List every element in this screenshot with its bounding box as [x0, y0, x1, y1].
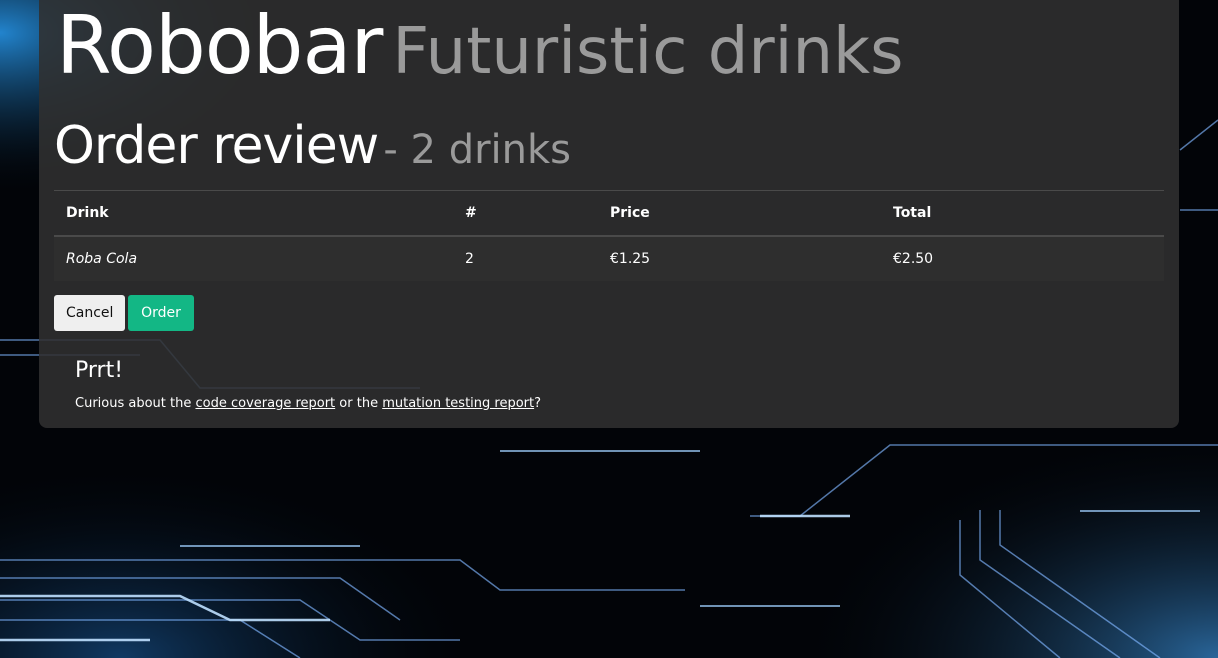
page-title: Order review - 2 drinks — [54, 120, 571, 172]
drink-price: €1.25 — [610, 251, 651, 267]
order-button[interactable]: Order — [128, 295, 194, 331]
header-price: Price — [610, 205, 650, 221]
order-review-title: Order review — [54, 116, 379, 176]
brand-header: Robobar Futuristic drinks — [56, 6, 903, 86]
drink-name: Roba Cola — [66, 251, 138, 267]
footer-text-before: Curious about the — [75, 396, 196, 411]
main-card: Robobar Futuristic drinks Order review - … — [39, 0, 1179, 428]
drink-count: - 2 drinks — [383, 127, 571, 173]
header-total: Total — [893, 205, 932, 221]
footer-text: Curious about the code coverage report o… — [75, 396, 541, 411]
drink-quantity: 2 — [465, 251, 474, 267]
brand-subtitle: Futuristic drinks — [392, 15, 904, 89]
footer-text-after: ? — [534, 396, 542, 411]
order-table: Drink # Price Total Roba Cola 2 €1.25 €2… — [54, 190, 1164, 281]
brand-title: Robobar — [56, 0, 383, 92]
table-header-row: Drink # Price Total — [54, 191, 1164, 237]
footer-title: Prrt! — [75, 358, 124, 383]
code-coverage-link[interactable]: code coverage report — [195, 396, 335, 411]
cancel-button[interactable]: Cancel — [54, 295, 125, 331]
table-row: Roba Cola 2 €1.25 €2.50 — [54, 237, 1164, 281]
drink-total: €2.50 — [893, 251, 934, 267]
footer-text-middle: or the — [335, 396, 383, 411]
mutation-testing-link[interactable]: mutation testing report — [382, 396, 534, 411]
header-quantity: # — [465, 205, 477, 221]
header-drink: Drink — [66, 205, 109, 221]
